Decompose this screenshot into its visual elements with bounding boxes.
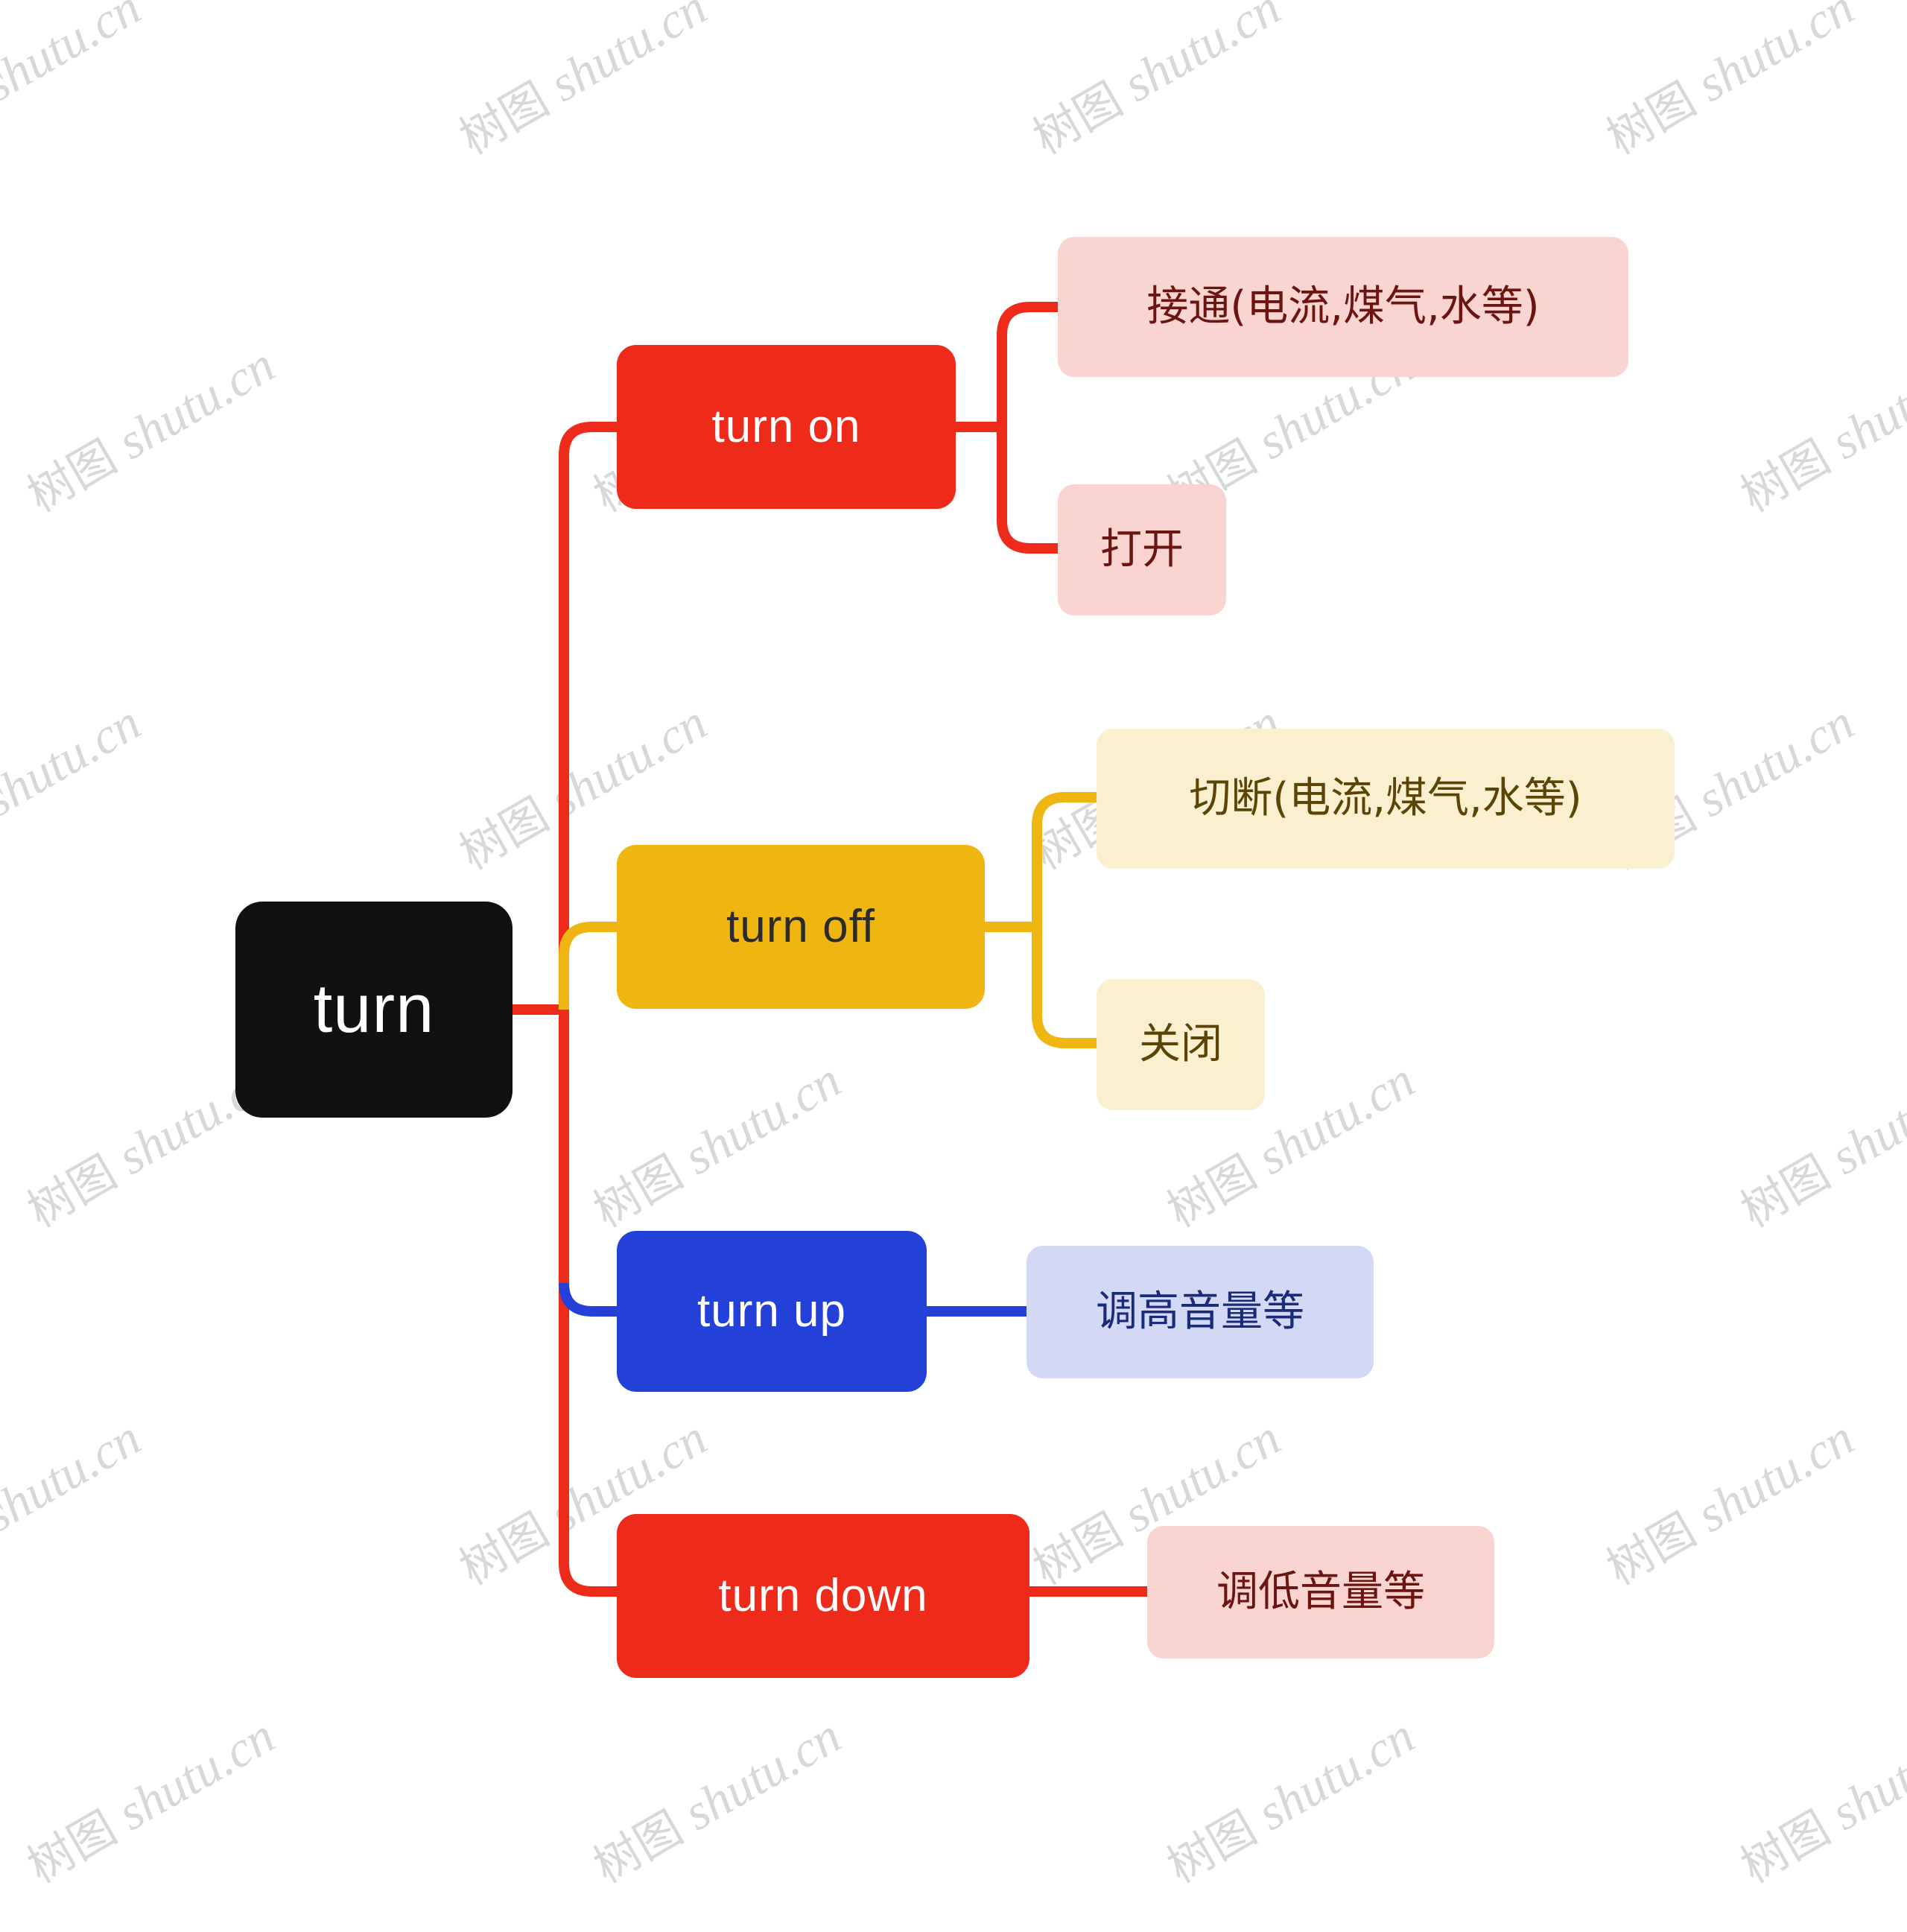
node-root-turn[interactable]: turn — [235, 902, 513, 1118]
node-branch-turn-down[interactable]: turn down — [617, 1514, 1029, 1678]
node-leaf-turn-off-1[interactable]: 切断(电流,煤气,水等) — [1097, 729, 1675, 869]
node-leaf-turn-off-2-label: 关闭 — [1139, 1019, 1222, 1068]
node-leaf-turn-up-1-label: 调高音量等 — [1096, 1287, 1304, 1336]
node-branch-turn-on-label: turn on — [711, 401, 861, 453]
node-branch-turn-up[interactable]: turn up — [617, 1231, 927, 1392]
node-branch-turn-up-label: turn up — [697, 1285, 847, 1337]
node-branch-turn-off[interactable]: turn off — [617, 845, 985, 1009]
node-leaf-turn-off-1-label: 切断(电流,煤气,水等) — [1189, 773, 1582, 823]
node-root-turn-label: turn — [313, 971, 435, 1048]
node-branch-turn-off-label: turn off — [726, 901, 875, 953]
node-leaf-turn-on-2[interactable]: 打开 — [1058, 484, 1226, 615]
node-leaf-turn-on-1-label: 接通(电流,煤气,水等) — [1146, 282, 1540, 331]
node-leaf-turn-down-1-label: 调低音量等 — [1216, 1567, 1425, 1616]
mindmap-canvas: 树图 shutu.cn树图 shutu.cn树图 shutu.cn树图 shut… — [0, 0, 1907, 1932]
node-layer: turn turn on 接通(电流,煤气,水等) 打开 turn off 切断… — [0, 0, 1907, 1932]
node-leaf-turn-down-1[interactable]: 调低音量等 — [1147, 1526, 1494, 1659]
node-branch-turn-on[interactable]: turn on — [617, 345, 956, 509]
node-leaf-turn-on-1[interactable]: 接通(电流,煤气,水等) — [1058, 237, 1628, 377]
node-leaf-turn-on-2-label: 打开 — [1100, 525, 1184, 574]
node-leaf-turn-up-1[interactable]: 调高音量等 — [1027, 1246, 1374, 1378]
node-branch-turn-down-label: turn down — [718, 1570, 928, 1622]
node-leaf-turn-off-2[interactable]: 关闭 — [1097, 979, 1265, 1110]
